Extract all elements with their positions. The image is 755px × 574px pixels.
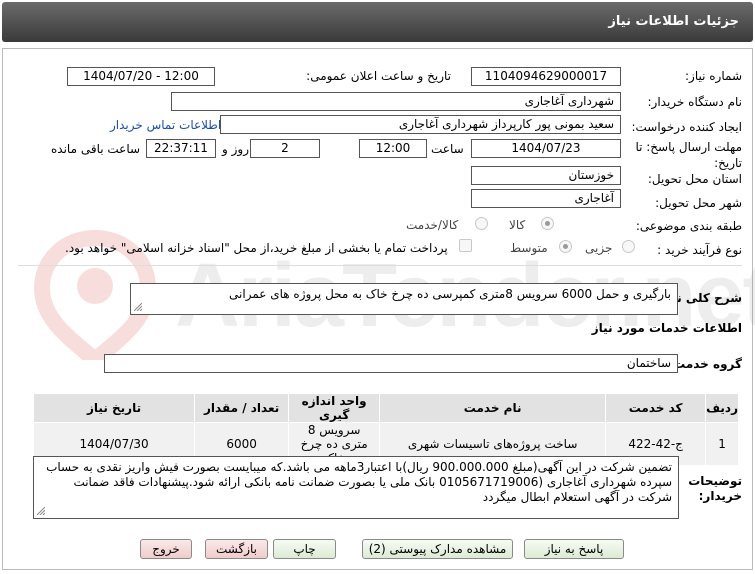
buyer-notes-label: توضیحات خریدار: bbox=[688, 474, 742, 503]
category-label: طبقه بندی موضوعی: bbox=[635, 219, 742, 233]
buyer-org-label: نام دستگاه خریدار: bbox=[647, 95, 743, 109]
print-button[interactable]: چاپ bbox=[273, 539, 336, 559]
category-goods-service-label: کالا/خدمت bbox=[406, 218, 459, 232]
days-label: روز و bbox=[222, 142, 249, 156]
city-label: شهر محل تحویل: bbox=[655, 196, 742, 210]
page-header: جزئیات اطلاعات نیاز bbox=[2, 2, 753, 42]
process-type-label: نوع فرآیند خرید : bbox=[657, 243, 742, 257]
col-row-number: ردیف bbox=[705, 393, 739, 423]
col-quantity: تعداد / مقدار bbox=[194, 393, 290, 423]
buyer-org-field: شهرداری آغاجاری bbox=[171, 92, 621, 111]
service-group-label: گروه خدمت: bbox=[668, 357, 742, 371]
resize-handle-icon[interactable] bbox=[134, 303, 142, 311]
col-unit: واحد اندازه گیری bbox=[288, 393, 381, 423]
col-service-code: کد خدمت bbox=[605, 393, 707, 423]
attachments-button[interactable]: مشاهده مدارک پیوستی (2) bbox=[362, 539, 513, 559]
treasury-note: پرداخت تمام یا بخشی از مبلغ خرید،از محل … bbox=[65, 241, 448, 255]
services-section-title: اطلاعات خدمات مورد نیاز bbox=[591, 321, 742, 335]
general-desc-field: بارگیری و حمل 6000 سرویس 8متری کمپرسی ده… bbox=[130, 283, 678, 315]
process-minor-radio[interactable] bbox=[622, 240, 635, 253]
city-field: آغاجاری bbox=[471, 189, 621, 208]
province-label: استان محل تحویل: bbox=[647, 172, 742, 186]
table-header-row: ردیف کد خدمت نام خدمت واحد اندازه گیری ت… bbox=[32, 393, 739, 423]
buyer-contact-link[interactable]: اطلاعات تماس خریدار bbox=[110, 118, 221, 132]
category-goods-radio[interactable] bbox=[541, 217, 554, 230]
requester-field: سعید بمونی پور کارپرداز شهرداری آغاجاری bbox=[220, 115, 621, 134]
category-goods-service-radio[interactable] bbox=[475, 217, 488, 230]
page-title: جزئیات اطلاعات نیاز bbox=[608, 14, 739, 29]
buyer-notes-field: تضمین شرکت در این آگهی(مبلغ 900.000.000 … bbox=[33, 456, 679, 519]
remaining-label: ساعت باقی مانده bbox=[51, 142, 141, 156]
days-field: 2 bbox=[250, 139, 320, 158]
process-medium-label: متوسط bbox=[510, 241, 548, 255]
deadline-time-field: 12:00 bbox=[359, 139, 427, 158]
col-need-date: تاریخ نیاز bbox=[32, 393, 196, 423]
need-number-label: شماره نیاز: bbox=[685, 69, 742, 83]
buyer-notes-text: تضمین شرکت در این آگهی(مبلغ 900.000.000 … bbox=[46, 460, 672, 504]
separator bbox=[18, 265, 742, 266]
announce-datetime-field: 1404/07/20 - 12:00 bbox=[67, 67, 215, 86]
process-medium-radio[interactable] bbox=[559, 240, 572, 253]
service-group-field: ساختمان bbox=[104, 354, 678, 373]
general-desc-text: بارگیری و حمل 6000 سرویس 8متری کمپرسی ده… bbox=[229, 287, 671, 301]
category-goods-label: کالا bbox=[509, 218, 526, 232]
announce-datetime-label: تاریخ و ساعت اعلان عمومی: bbox=[306, 69, 451, 83]
treasury-checkbox[interactable] bbox=[459, 239, 472, 252]
cell-row-number: 1 bbox=[705, 422, 739, 466]
deadline-date-field: 1404/07/23 bbox=[471, 139, 621, 158]
requester-label: ایجاد کننده درخواست: bbox=[631, 120, 742, 134]
province-field: خوزستان bbox=[471, 166, 621, 185]
deadline-label: مهلت ارسال پاسخ: تا تاریخ: bbox=[635, 140, 742, 170]
deadline-time-label: ساعت bbox=[431, 142, 464, 156]
resize-handle-icon[interactable] bbox=[37, 507, 45, 515]
need-number-field: 1104094629000017 bbox=[471, 67, 621, 86]
remaining-time-field: 22:37:11 bbox=[146, 139, 216, 158]
back-button[interactable]: بازگشت bbox=[205, 539, 268, 559]
exit-button[interactable]: خروج bbox=[140, 539, 192, 559]
process-minor-label: جزیی bbox=[585, 241, 613, 255]
respond-button[interactable]: پاسخ به نیاز bbox=[524, 539, 624, 559]
col-service-name: نام خدمت bbox=[379, 393, 607, 423]
